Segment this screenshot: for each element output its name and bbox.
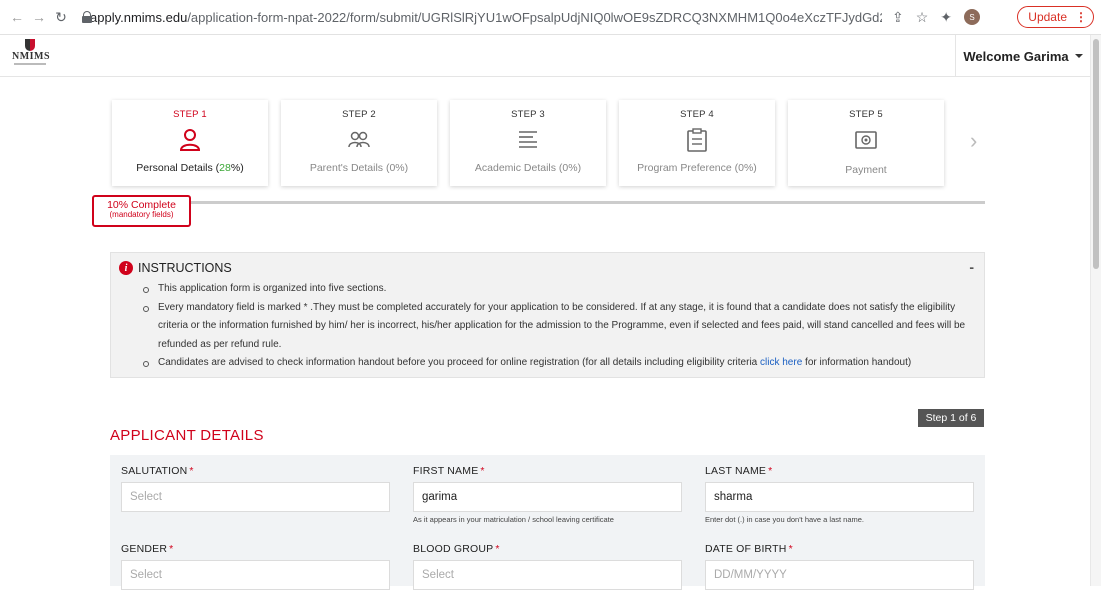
step-title: STEP 5	[849, 109, 883, 120]
last-name-field: LAST NAME * sharma Enter dot (.) in case …	[705, 465, 975, 524]
step-title: STEP 1	[173, 109, 207, 120]
step-card-5[interactable]: STEP 5 Payment	[788, 100, 944, 186]
first-name-input[interactable]: garima	[413, 482, 682, 512]
progress-note: (mandatory fields)	[109, 210, 174, 219]
field-label: DATE OF BIRTH *	[705, 543, 793, 555]
progress-complete: 10% Complete	[107, 199, 176, 211]
url-path: /application-form-npat-2022/form/submit/…	[187, 9, 882, 25]
field-label: BLOOD GROUP *	[413, 543, 500, 555]
group-icon	[281, 126, 437, 154]
salutation-field: SALUTATION * Select	[121, 465, 391, 512]
logo-text: NMIMS	[12, 51, 51, 62]
instructions-header: i INSTRUCTIONS	[119, 261, 232, 275]
safe-icon	[788, 126, 944, 154]
url-host: apply.nmims.edu	[90, 9, 188, 25]
step-percent: 28	[219, 162, 231, 174]
welcome-text: Welcome Garima	[963, 48, 1069, 64]
caret-down-icon	[1074, 54, 1083, 58]
step-label: Parent's Details (0%)	[309, 162, 409, 174]
field-label: FIRST NAME *	[413, 465, 485, 477]
chevron-right-icon[interactable]: ›	[970, 128, 977, 154]
list-item: Every mandatory field is marked * .They …	[143, 299, 978, 355]
step-title: STEP 2	[342, 109, 376, 120]
step-card-2[interactable]: STEP 2 Parent's Details (0%)	[281, 100, 437, 186]
collapse-button[interactable]: -	[969, 259, 974, 275]
list-item: Candidates are advised to check informat…	[143, 354, 978, 373]
user-menu[interactable]: Welcome Garima	[955, 35, 1090, 77]
field-hint: As it appears in your matriculation / sc…	[413, 515, 614, 524]
address-bar[interactable]: apply.nmims.edu/application-form-npat-20…	[82, 4, 882, 30]
step-card-3[interactable]: STEP 3 Academic Details (0%)	[450, 100, 606, 186]
field-hint: Enter dot (.) in case you don't have a l…	[705, 515, 865, 524]
page-scrollbar[interactable]	[1090, 35, 1101, 586]
step-of-badge: Step 1 of 6	[918, 409, 984, 427]
step-label: Personal Details (28%)	[136, 162, 244, 174]
last-name-input[interactable]: sharma	[705, 482, 974, 512]
first-name-field: FIRST NAME * garima As it appears in your…	[413, 465, 683, 524]
update-button[interactable]: Update ⋮	[1017, 6, 1094, 28]
section-title: APPLICANT DETAILS	[110, 427, 264, 444]
dob-field: DATE OF BIRTH * DD/MM/YYYY	[705, 543, 975, 590]
instructions-panel: i INSTRUCTIONS - This application form i…	[110, 252, 985, 378]
profile-avatar[interactable]: S	[964, 9, 981, 25]
clipboard-icon	[619, 126, 775, 154]
field-label: LAST NAME *	[705, 465, 773, 477]
user-icon	[112, 126, 268, 154]
forward-arrow-icon[interactable]: →	[28, 6, 50, 28]
info-icon: i	[119, 261, 133, 275]
share-icon[interactable]: ⇪	[892, 9, 904, 26]
site-header: NMIMS Welcome Garima	[0, 35, 1090, 77]
kebab-menu-icon: ⋮	[1075, 10, 1087, 24]
gender-field: GENDER * Select	[121, 543, 391, 590]
instructions-title: INSTRUCTIONS	[138, 261, 232, 275]
step-title: STEP 3	[511, 109, 545, 120]
click-here-link[interactable]: click here	[760, 357, 802, 368]
shield-icon	[25, 39, 35, 51]
instructions-list: This application form is organized into …	[143, 280, 978, 373]
step-title: STEP 4	[680, 109, 714, 120]
nmims-logo[interactable]: NMIMS	[12, 39, 51, 71]
progress-badge: 10% Complete (mandatory fields)	[92, 195, 191, 227]
browser-toolbar: ← → ↻ apply.nmims.edu/application-form-n…	[0, 0, 1101, 35]
update-label: Update	[1028, 10, 1067, 24]
step-card-4[interactable]: STEP 4 Program Preference (0%)	[619, 100, 775, 186]
salutation-select[interactable]: Select	[121, 482, 390, 512]
step-label: Academic Details (0%)	[474, 162, 582, 174]
field-label: SALUTATION *	[121, 465, 194, 477]
star-icon[interactable]: ☆	[916, 9, 929, 26]
extensions-icon[interactable]: ✦	[940, 9, 952, 26]
step-label: Payment	[845, 164, 887, 176]
applicant-form: SALUTATION * Select FIRST NAME * garima As…	[110, 455, 985, 590]
list-item: This application form is organized into …	[143, 280, 978, 299]
back-arrow-icon[interactable]: ←	[6, 6, 28, 28]
document-lines-icon	[450, 126, 606, 154]
reload-icon[interactable]: ↻	[50, 6, 72, 28]
step-card-1[interactable]: STEP 1 Personal Details (28%)	[112, 100, 268, 186]
field-label: GENDER *	[121, 543, 174, 555]
step-label: Program Preference (0%)	[637, 162, 757, 174]
blood-group-field: BLOOD GROUP * Select	[413, 543, 683, 590]
progress-track	[190, 201, 985, 204]
